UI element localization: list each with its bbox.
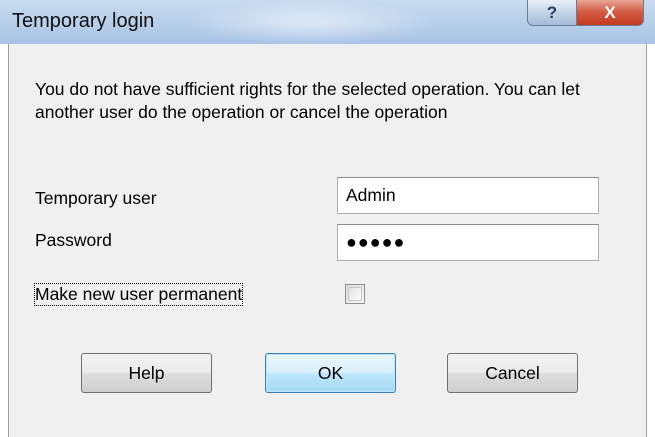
close-button[interactable]: X	[576, 0, 644, 26]
window-title: Temporary login	[12, 10, 155, 32]
cancel-button[interactable]: Cancel	[447, 353, 578, 393]
temporary-login-dialog: Temporary login ? X You do not have suff…	[0, 0, 655, 437]
dialog-body: You do not have sufficient rights for th…	[8, 44, 647, 437]
temporary-user-label: Temporary user	[35, 188, 157, 208]
ok-button[interactable]: OK	[265, 353, 396, 393]
make-permanent-checkbox[interactable]	[345, 284, 365, 304]
make-permanent-label[interactable]: Make new user permanent	[33, 283, 244, 306]
title-bar[interactable]: Temporary login ? X	[0, 0, 655, 44]
title-bar-glow	[180, 0, 440, 44]
question-mark-icon: ?	[546, 2, 558, 22]
password-label: Password	[35, 230, 112, 250]
help-button[interactable]: Help	[81, 353, 212, 393]
info-message: You do not have sufficient rights for th…	[35, 79, 580, 122]
password-input[interactable]: ●●●●●	[337, 224, 599, 261]
close-icon: X	[604, 2, 616, 22]
help-title-button[interactable]: ?	[527, 0, 577, 26]
temporary-user-input[interactable]: Admin	[337, 177, 599, 214]
